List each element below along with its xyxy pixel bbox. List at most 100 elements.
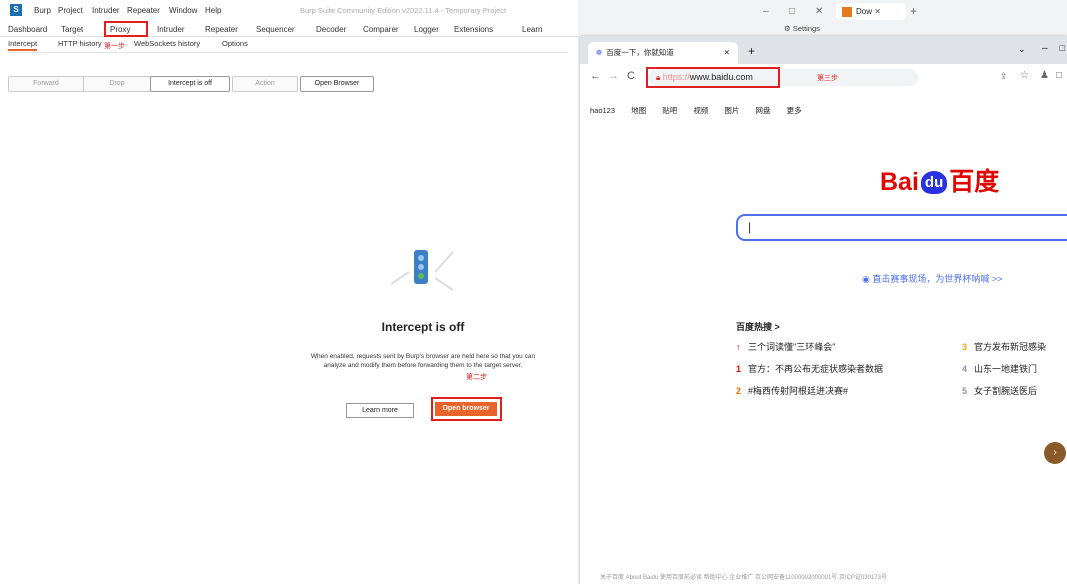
other-tab-title: Dow: [856, 7, 873, 16]
nav-tieba[interactable]: 贴吧: [662, 106, 677, 115]
traffic-light-icon: [387, 244, 457, 300]
close-tab-icon[interactable]: ✕: [724, 42, 730, 64]
tab-extensions[interactable]: Extensions: [454, 25, 493, 34]
hot-text: 女子割腕送医后: [974, 386, 1038, 396]
subtab-websockets-history[interactable]: WebSockets history: [134, 39, 200, 48]
menu-burp[interactable]: Burp: [34, 6, 51, 15]
forward-button[interactable]: Forward: [8, 76, 84, 92]
share-icon[interactable]: ⇪: [1000, 71, 1008, 82]
annotation-step1: 第一步: [104, 43, 125, 50]
close-icon[interactable]: ✕: [815, 6, 823, 17]
reload-icon[interactable]: C: [627, 70, 635, 82]
menu-window[interactable]: Window: [169, 6, 197, 15]
tab-learn[interactable]: Learn: [522, 25, 542, 34]
nav-more[interactable]: 更多: [787, 106, 802, 115]
hot-rank: ↑: [736, 342, 741, 352]
hot-text: 官方发布新冠感染: [974, 342, 1047, 352]
intercept-off-title: Intercept is off: [381, 320, 465, 334]
logo-cn: 百度: [949, 168, 1000, 196]
hot-link-text: 直击赛事现场，为世界杯呐喊 >>: [872, 274, 1003, 284]
tab-logger[interactable]: Logger: [414, 25, 439, 34]
tab-title: 百度一下，你就知道: [606, 48, 674, 57]
intercept-description: When enabled, requests sent by Burp's br…: [310, 353, 536, 369]
back-arrow-icon[interactable]: ←: [590, 70, 601, 82]
hot-item[interactable]: 4 山东一地建铁门: [962, 362, 1037, 375]
browser-window: [580, 36, 1067, 584]
action-button[interactable]: Action: [232, 76, 298, 92]
window-title: Burp Suite Community Edition v2022.11.4 …: [300, 6, 507, 15]
browser-tabstrip: ❁ 百度一下，你就知道 ✕ + ⌄ – □: [580, 36, 1067, 64]
hot-item[interactable]: 1 官方：不再公布无症状感染者数据: [736, 362, 883, 375]
hot-item[interactable]: ↑ 三个词读懂"三环峰会": [736, 340, 835, 353]
new-tab-icon[interactable]: +: [748, 44, 755, 58]
nav-hao123[interactable]: hao123: [590, 106, 615, 115]
annotation-box-proxy: [104, 21, 148, 37]
forward-arrow-icon[interactable]: →: [608, 70, 619, 82]
menu-intruder[interactable]: Intruder: [92, 6, 120, 15]
hot-link[interactable]: ◉ 直击赛事现场，为世界杯呐喊 >>: [862, 272, 1002, 285]
open-browser-button[interactable]: Open Browser: [300, 76, 374, 92]
nav-pan[interactable]: 网盘: [756, 106, 771, 115]
tab-dashboard[interactable]: Dashboard: [8, 25, 47, 34]
tab-list-chevron-icon[interactable]: ⌄: [1018, 44, 1026, 55]
browser-tab-baidu[interactable]: ❁ 百度一下，你就知道 ✕: [588, 42, 738, 64]
menu-repeater[interactable]: Repeater: [127, 6, 160, 15]
close-tab-icon[interactable]: ✕: [874, 7, 881, 16]
subtab-intercept[interactable]: Intercept: [8, 39, 38, 51]
hot-rank: 3: [962, 342, 968, 352]
settings-button[interactable]: ⚙ Settings: [784, 24, 820, 33]
nav-images[interactable]: 图片: [724, 106, 739, 115]
bookmark-star-icon[interactable]: ☆: [1020, 70, 1029, 81]
minimize-icon[interactable]: –: [763, 6, 769, 17]
minimize-icon[interactable]: –: [1042, 43, 1048, 54]
hot-text: 山东一地建铁门: [974, 364, 1038, 374]
baidu-favicon-icon: ❁: [596, 48, 603, 57]
tab-comparer[interactable]: Comparer: [363, 25, 399, 34]
menu-help[interactable]: Help: [205, 6, 221, 15]
learn-more-button[interactable]: Learn more: [346, 403, 414, 418]
drop-button[interactable]: Drop: [83, 76, 151, 92]
gear-icon: ⚙: [784, 24, 791, 33]
menu-project[interactable]: Project: [58, 6, 83, 15]
baidu-footer: 关于百度 About Baidu 使用百度前必读 帮助中心 企业推广 京公网安备…: [600, 575, 887, 581]
text-cursor: |: [748, 220, 752, 234]
hot-item[interactable]: 2 #梅西传射阿根廷进决赛#: [736, 384, 848, 397]
maximize-icon[interactable]: □: [789, 6, 795, 17]
tab-sequencer[interactable]: Sequencer: [256, 25, 295, 34]
hot-rank: 5: [962, 386, 968, 396]
nav-video[interactable]: 视频: [693, 106, 708, 115]
hot-search-header[interactable]: 百度热搜 >: [736, 320, 780, 333]
baidu-logo: Bai du 百度: [880, 162, 999, 198]
subtab-http-history[interactable]: HTTP history: [58, 39, 102, 48]
tab-decoder[interactable]: Decoder: [316, 25, 346, 34]
hot-text: #梅西传射阿根廷进决赛#: [748, 386, 849, 396]
annotation-box-open-browser: [431, 397, 502, 421]
other-browser-tab[interactable]: Dow ✕: [836, 3, 906, 20]
divider: [8, 52, 568, 53]
annotation-step2: 第二步: [466, 374, 487, 381]
hot-text: 三个词读懂"三环峰会": [748, 342, 836, 352]
burp-window: S Burp Project Intruder Repeater Window …: [0, 0, 578, 584]
annotation-box-url: [646, 67, 780, 88]
main-tabs: Dashboard Target Proxy Intruder Repeater…: [0, 21, 578, 37]
hot-rank: 2: [736, 386, 742, 396]
sidebar-icon[interactable]: □: [1056, 70, 1062, 81]
hot-item[interactable]: 5 女子割腕送医后: [962, 384, 1037, 397]
ball-icon: ◉: [862, 274, 870, 284]
tab-repeater[interactable]: Repeater: [205, 25, 238, 34]
extension-icon[interactable]: ♟: [1040, 70, 1049, 81]
favicon-icon: [842, 6, 852, 17]
hot-item[interactable]: 3 官方发布新冠感染: [962, 340, 1046, 353]
baidu-search-input[interactable]: |: [736, 214, 1067, 241]
subtab-options[interactable]: Options: [222, 39, 248, 48]
hot-text: 官方：不再公布无症状感染者数据: [748, 364, 884, 374]
new-tab-icon[interactable]: +: [910, 4, 917, 18]
tab-target[interactable]: Target: [61, 25, 83, 34]
intercept-toggle-button[interactable]: Intercept is off: [150, 76, 230, 92]
tab-intruder[interactable]: Intruder: [157, 25, 185, 34]
nav-map[interactable]: 地图: [631, 106, 646, 115]
logo-bai: Bai: [880, 168, 919, 196]
maximize-icon[interactable]: □: [1060, 43, 1065, 53]
hot-rank: 4: [962, 364, 968, 374]
side-chevron-icon[interactable]: ›: [1044, 442, 1066, 464]
